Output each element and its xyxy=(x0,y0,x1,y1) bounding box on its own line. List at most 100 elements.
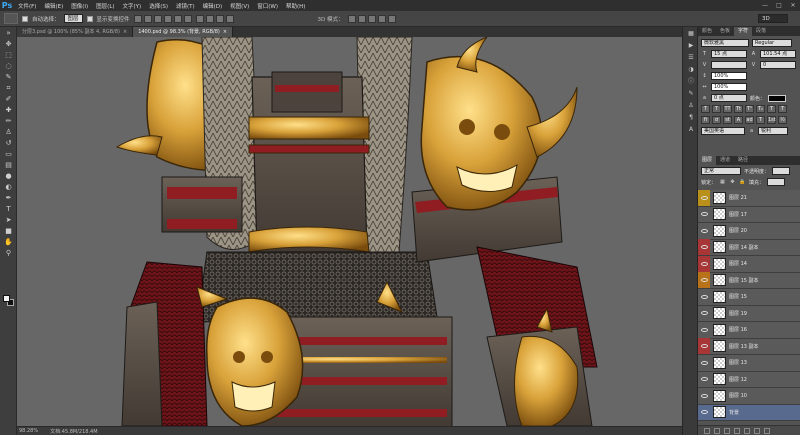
link-layers-icon[interactable] xyxy=(704,428,710,434)
alternates-button[interactable]: A xyxy=(734,116,743,124)
layer-visibility-toggle[interactable] xyxy=(698,289,710,305)
layer-row[interactable]: 图层 16 xyxy=(698,322,800,339)
brush-tool-icon[interactable]: ✏ xyxy=(2,117,15,126)
align-middle-icon[interactable] xyxy=(143,14,152,23)
layer-row[interactable]: 图层 14 xyxy=(698,255,800,273)
layer-style-icon[interactable] xyxy=(714,428,720,434)
kerning-field[interactable] xyxy=(711,61,747,69)
layer-visibility-toggle[interactable] xyxy=(698,355,710,371)
minimize-button[interactable]: — xyxy=(758,0,772,11)
layer-row[interactable]: 图层 13 xyxy=(698,355,800,372)
move-tool-preset-icon[interactable] xyxy=(4,13,18,24)
layer-row[interactable]: 图层 14 副本 xyxy=(698,239,800,256)
font-family-select[interactable]: 微软雅黑 xyxy=(701,39,749,47)
info-panel-icon[interactable]: ⓘ xyxy=(686,78,696,86)
lock-all-icon[interactable]: 🔒 xyxy=(739,179,746,186)
menu-item-5[interactable]: 选择(S) xyxy=(145,2,172,10)
all-caps-button[interactable]: TT xyxy=(723,105,732,113)
marquee-tool-icon[interactable]: ⬚ xyxy=(2,51,15,60)
layer-visibility-toggle[interactable] xyxy=(698,206,710,222)
layer-visibility-toggle[interactable] xyxy=(698,322,710,338)
add-mask-icon[interactable] xyxy=(724,428,730,434)
slide-3d-icon[interactable] xyxy=(377,14,386,23)
layer-row[interactable]: 图层 21 xyxy=(698,190,800,207)
layer-row[interactable]: 图层 20 xyxy=(698,223,800,240)
quick-select-tool-icon[interactable]: ✎ xyxy=(2,73,15,82)
history-panel-icon[interactable]: ▦ xyxy=(686,30,696,38)
gradient-tool-icon[interactable]: ▤ xyxy=(2,161,15,170)
collapse-icon[interactable]: » xyxy=(2,29,15,38)
small-caps-button[interactable]: Tt xyxy=(734,105,743,113)
leading-field[interactable]: 101.54 点 xyxy=(760,50,796,58)
character-styles-panel-icon[interactable]: A xyxy=(686,126,696,134)
maximize-button[interactable]: □ xyxy=(772,0,786,11)
pan-3d-icon[interactable] xyxy=(367,14,376,23)
roll-3d-icon[interactable] xyxy=(357,14,366,23)
align-center-icon[interactable] xyxy=(173,14,182,23)
distribute-left-icon[interactable] xyxy=(225,14,234,23)
menu-item-3[interactable]: 图层(L) xyxy=(92,2,118,10)
layer-visibility-toggle[interactable] xyxy=(698,338,710,355)
menu-item-9[interactable]: 窗口(W) xyxy=(253,2,282,10)
layers-tab-0[interactable]: 图层 xyxy=(698,156,717,165)
panel-tab-2[interactable]: 字符 xyxy=(734,27,753,36)
show-transform-checkbox[interactable] xyxy=(86,15,93,22)
auto-select-dropdown[interactable]: 图层 xyxy=(63,14,83,23)
new-group-icon[interactable] xyxy=(744,428,750,434)
history-brush-icon[interactable]: ↺ xyxy=(2,139,15,148)
new-layer-icon[interactable] xyxy=(754,428,760,434)
text-color-swatch[interactable] xyxy=(768,94,787,102)
tracking-field[interactable]: 0 xyxy=(760,61,796,69)
menu-item-2[interactable]: 图像(I) xyxy=(67,2,92,10)
tab-close-icon[interactable]: × xyxy=(123,27,127,37)
healing-brush-icon[interactable]: ✚ xyxy=(2,106,15,115)
scale-3d-icon[interactable] xyxy=(387,14,396,23)
properties-panel-icon[interactable]: ☰ xyxy=(686,54,696,62)
opacity-field[interactable] xyxy=(772,167,791,175)
fill-field[interactable] xyxy=(767,178,786,186)
document-canvas[interactable] xyxy=(17,37,682,426)
layer-visibility-toggle[interactable] xyxy=(698,305,710,321)
layer-row[interactable]: 图层 13 副本 xyxy=(698,338,800,355)
adjustment-layer-icon[interactable] xyxy=(734,428,740,434)
workspace-dropdown[interactable]: 3D xyxy=(758,14,788,23)
close-button[interactable]: ✕ xyxy=(786,0,800,11)
clone-stamp-icon[interactable]: ♙ xyxy=(2,128,15,137)
actions-panel-icon[interactable]: ▶ xyxy=(686,42,696,50)
antialias-select[interactable]: 锐利 xyxy=(758,127,788,135)
old-style-button[interactable]: ơ xyxy=(712,116,721,124)
crop-tool-icon[interactable]: ⌗ xyxy=(2,84,15,93)
subscript-button[interactable]: T₁ xyxy=(756,105,765,113)
fractions-button[interactable]: 1st xyxy=(767,116,776,124)
path-select-tool-icon[interactable]: ➤ xyxy=(2,216,15,225)
distribute-bottom-icon[interactable] xyxy=(215,14,224,23)
menu-item-10[interactable]: 帮助(H) xyxy=(282,2,309,10)
panel-tab-3[interactable]: 段落 xyxy=(752,27,770,36)
eyedropper-tool-icon[interactable]: ✐ xyxy=(2,95,15,104)
strikethrough-button[interactable]: T xyxy=(778,105,787,113)
layer-visibility-toggle[interactable] xyxy=(698,371,710,387)
dodge-tool-icon[interactable]: ◐ xyxy=(2,183,15,192)
auto-select-checkbox[interactable] xyxy=(22,15,28,22)
ligature-button[interactable]: fi xyxy=(701,116,710,124)
faux-italic-button[interactable]: T xyxy=(712,105,721,113)
lock-position-icon[interactable]: ✥ xyxy=(729,179,736,186)
layer-row[interactable]: 图层 15 副本 xyxy=(698,272,800,289)
layers-tab-2[interactable]: 路径 xyxy=(734,156,752,165)
align-right-icon[interactable] xyxy=(183,14,192,23)
layers-tab-1[interactable]: 通道 xyxy=(716,156,734,165)
layer-row[interactable]: 图层 15 xyxy=(698,289,800,306)
font-size-field[interactable]: 15 点 xyxy=(711,50,747,58)
shape-tool-icon[interactable]: ■ xyxy=(2,227,15,236)
layer-visibility-toggle[interactable] xyxy=(698,388,710,404)
layer-visibility-toggle[interactable] xyxy=(698,272,710,289)
delete-layer-icon[interactable] xyxy=(764,428,770,434)
menu-item-6[interactable]: 滤镜(T) xyxy=(172,2,199,10)
lock-pixels-icon[interactable]: ▦ xyxy=(719,179,726,186)
tab-document-1[interactable]: 分层3.psd @ 100% (85% 副本 4, RGB/8) × xyxy=(17,27,134,37)
tab-document-2[interactable]: 1400.psd @ 98.3% (背景, RGB/8) × xyxy=(133,27,234,37)
distribute-middle-icon[interactable] xyxy=(205,14,214,23)
layer-row[interactable]: 图层 10 xyxy=(698,388,800,405)
layer-visibility-toggle[interactable] xyxy=(698,223,710,239)
half-button[interactable]: ½ xyxy=(778,116,787,124)
